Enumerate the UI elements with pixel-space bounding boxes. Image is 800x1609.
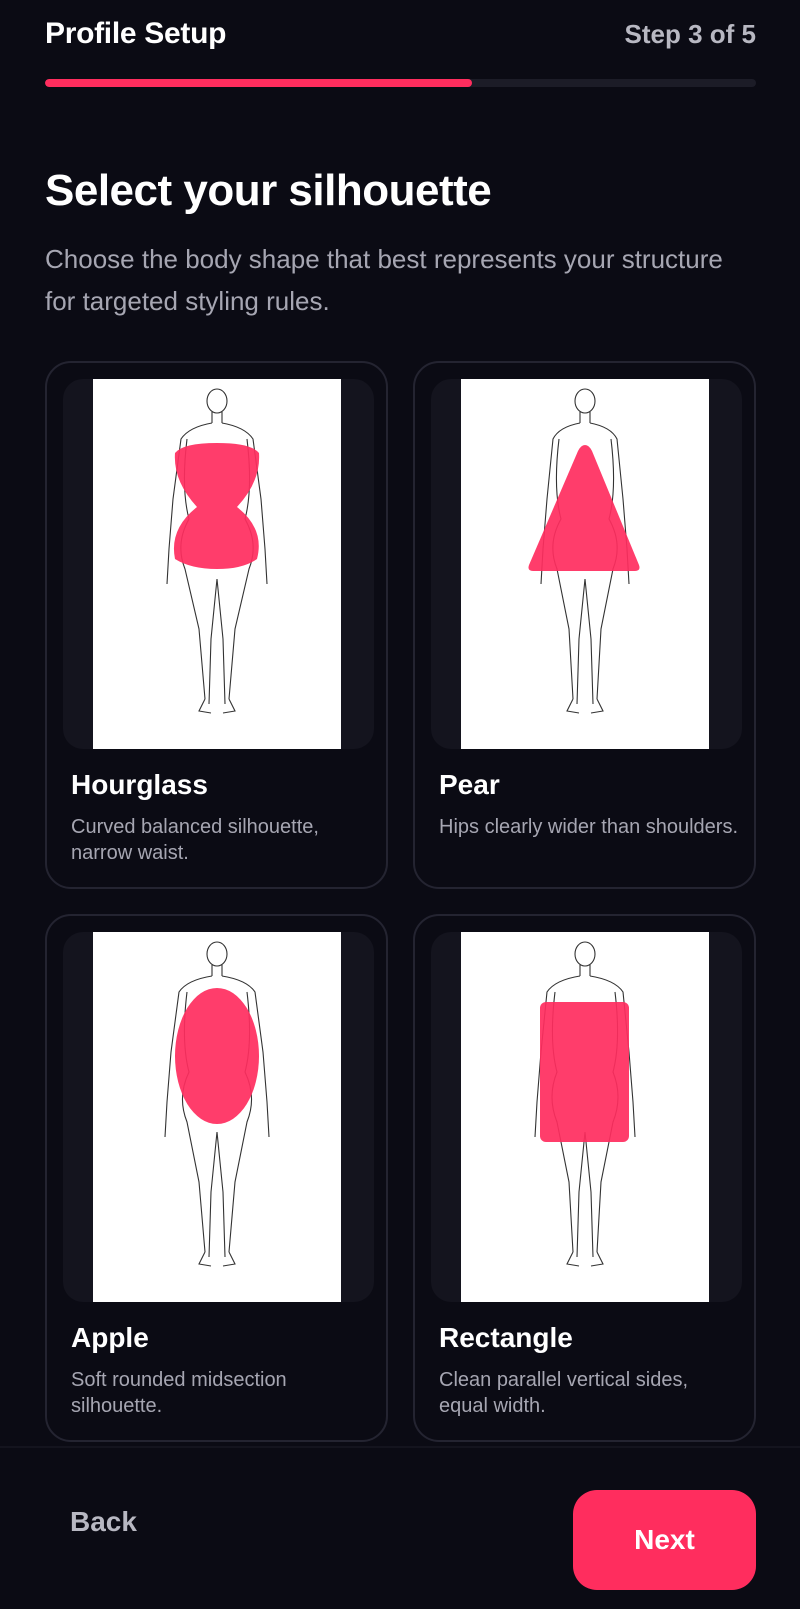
footer-divider <box>0 1446 800 1448</box>
card-title: Pear <box>439 769 500 800</box>
progress-bar <box>45 79 756 87</box>
silhouette-card-hourglass[interactable]: Hourglass Curved balanced silhouette, na… <box>45 361 388 889</box>
step-indicator: Step 3 of 5 <box>624 19 756 49</box>
card-title: Apple <box>71 1322 149 1353</box>
apple-figure-icon <box>93 932 341 1302</box>
silhouette-grid: Hourglass Curved balanced silhouette, na… <box>45 361 756 1442</box>
card-title: Rectangle <box>439 1322 573 1353</box>
next-button[interactable]: Next <box>573 1490 756 1590</box>
card-description: Soft rounded midsection silhouette. <box>71 1369 287 1417</box>
card-description: Clean parallel vertical sides, equal wid… <box>439 1369 689 1417</box>
back-button[interactable]: Back <box>70 1497 190 1547</box>
silhouette-card-apple[interactable]: Apple Soft rounded midsection silhouette… <box>45 914 388 1442</box>
rectangle-figure-icon <box>461 932 709 1302</box>
page-subtitle: Choose the body shape that best represen… <box>45 244 723 316</box>
header-title: Profile Setup <box>45 17 227 50</box>
card-description: Hips clearly wider than shoulders. <box>439 816 739 838</box>
hourglass-figure-icon <box>93 379 341 749</box>
card-description: Curved balanced silhouette, narrow waist… <box>71 816 319 864</box>
pear-figure-icon <box>461 379 709 749</box>
silhouette-card-rectangle[interactable]: Rectangle Clean parallel vertical sides,… <box>413 914 756 1442</box>
card-title: Hourglass <box>71 769 208 800</box>
progress-bar-fill <box>45 79 472 87</box>
page-title: Select your silhouette <box>45 166 492 215</box>
silhouette-card-pear[interactable]: Pear Hips clearly wider than shoulders. <box>413 361 756 889</box>
